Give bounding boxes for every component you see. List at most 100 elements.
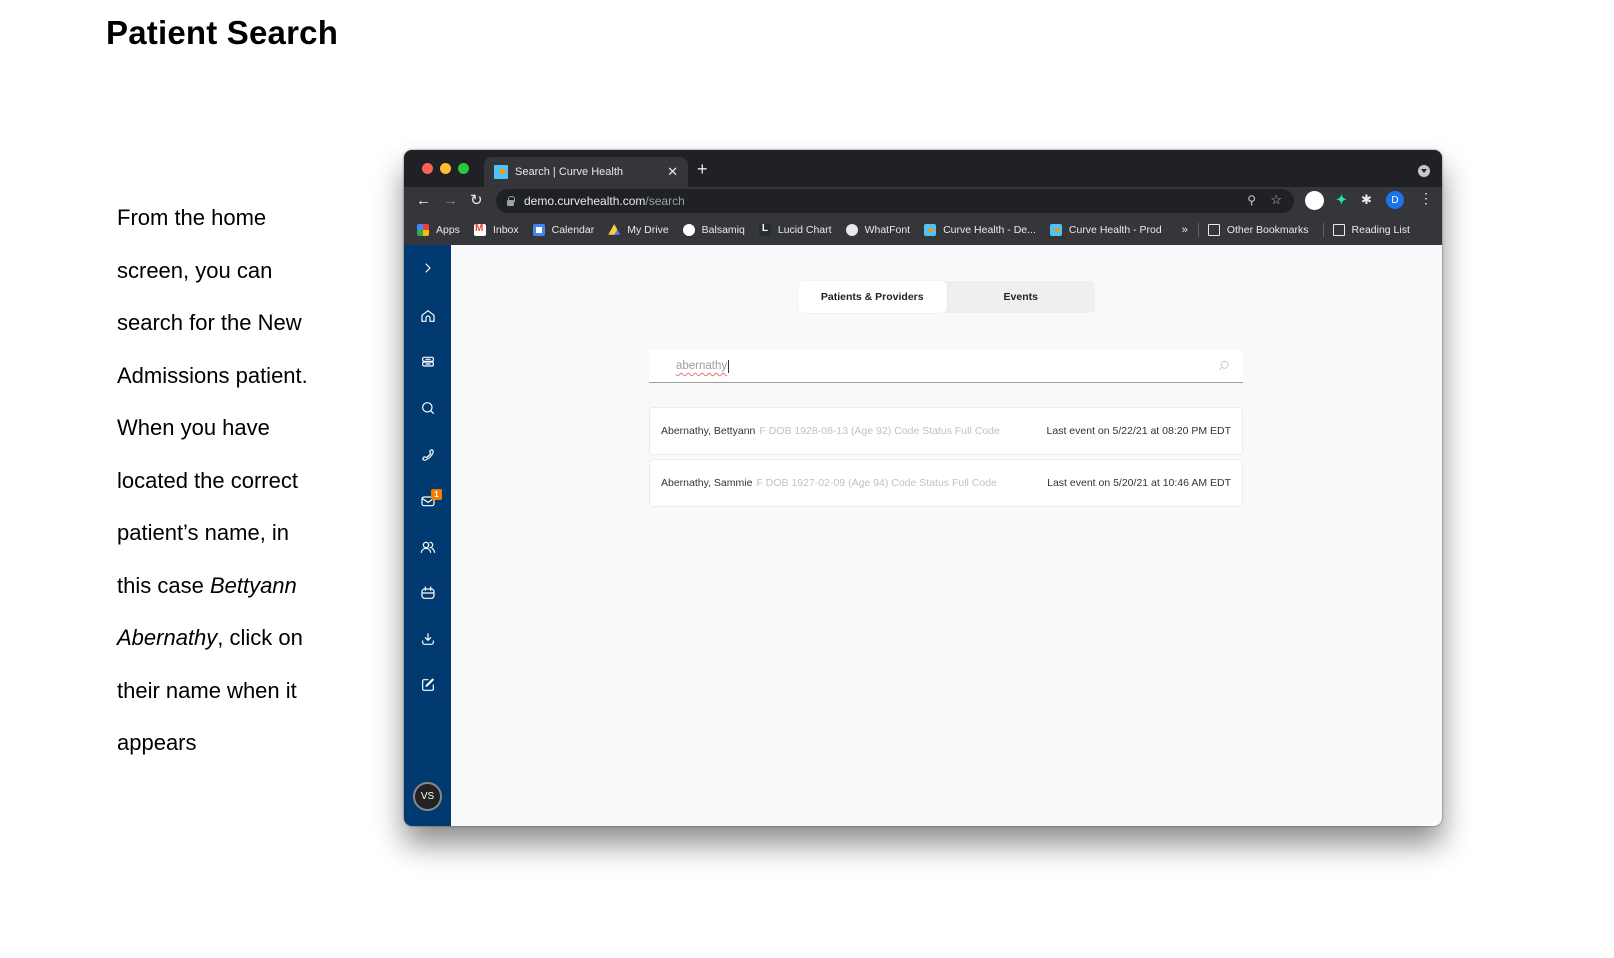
search-result-bettyann-abernathy[interactable]: Abernathy, Bettyann F DOB 1928-08-13 (Ag… [649, 407, 1243, 455]
bookmark-label: My Drive [627, 224, 669, 236]
bookmark-whatfont[interactable]: WhatFont [845, 224, 911, 236]
minimize-window-button[interactable] [440, 163, 451, 174]
sidebar-item-census[interactable] [404, 347, 451, 377]
bookmark-curve-health-prod[interactable]: Curve Health - Prod [1049, 224, 1162, 236]
text-caret [728, 359, 730, 373]
instruction-line: When you have [117, 415, 270, 440]
extensions-puzzle-icon[interactable]: ✱ [1361, 192, 1372, 208]
sidebar-item-tasks[interactable] [404, 670, 451, 700]
curve-favicon-icon [1049, 224, 1062, 236]
patient-details: F DOB 1928-08-13 (Age 92) Code Status Fu… [759, 425, 1000, 437]
reading-list-icon [1332, 224, 1345, 236]
reading-list[interactable]: Reading List [1332, 224, 1410, 236]
zoom-icon[interactable]: ⚲ [1247, 193, 1256, 207]
bookmark-label: Reading List [1351, 224, 1410, 236]
edit-icon [421, 678, 434, 691]
document-title: Patient Search [106, 14, 339, 51]
bookmarks-bar: Apps Inbox Calendar My Drive Balsamiq Lu… [404, 215, 1442, 245]
unread-badge: 1 [431, 489, 442, 500]
bookmark-label: Calendar [551, 224, 595, 236]
folder-icon [1207, 224, 1220, 236]
calendar-icon [532, 224, 545, 236]
bookmark-label: Apps [436, 224, 460, 236]
instruction-line: From the home [117, 205, 267, 230]
patient-name[interactable]: Abernathy, Sammie [661, 477, 752, 489]
sidebar: 1 VS [404, 245, 451, 826]
drive-icon [608, 224, 621, 235]
last-event: Last event on 5/20/21 at 10:46 AM EDT [1047, 477, 1231, 489]
sidebar-item-search[interactable] [404, 393, 451, 423]
bookmark-label: WhatFont [864, 224, 911, 236]
instruction-text: this case [117, 572, 210, 598]
tab-close-icon[interactable]: ✕ [667, 164, 678, 180]
extension-circle-icon[interactable] [1305, 191, 1324, 210]
browser-window: Search | Curve Health ✕ + ← → ↻ demo.cur… [404, 150, 1442, 826]
tab-events[interactable]: Events [947, 281, 1096, 313]
bookmark-label: Curve Health - De... [943, 224, 1036, 236]
extension-bird-icon[interactable]: ✦ [1336, 192, 1347, 208]
profile-avatar[interactable]: D [1386, 191, 1404, 209]
bookmarks-divider [1197, 223, 1199, 237]
search-icon [421, 402, 434, 414]
bookmark-label: Balsamiq [701, 224, 745, 236]
new-tab-button[interactable]: + [697, 159, 708, 180]
instruction-line: search for the New [117, 310, 302, 335]
bookmark-curve-health-demo[interactable]: Curve Health - De... [924, 224, 1036, 236]
apps-grid-icon [417, 224, 429, 236]
home-icon [420, 310, 435, 322]
curve-health-app: 1 VS Patients & Providers Events abernat… [404, 245, 1442, 826]
sidebar-item-messages[interactable]: 1 [404, 486, 451, 516]
instruction-line: Abernathy, click on [117, 612, 357, 665]
bookmark-inbox[interactable]: Inbox [473, 223, 519, 236]
bookmark-apps[interactable]: Apps [417, 224, 460, 236]
bookmark-label: Lucid Chart [777, 224, 832, 236]
patient-details: F DOB 1927-02-09 (Age 94) Code Status Fu… [756, 477, 997, 489]
browser-menu-icon[interactable]: ⋮ [1419, 190, 1433, 207]
instruction-line: Admissions patient. [117, 362, 308, 388]
forward-button[interactable]: → [443, 191, 458, 211]
close-window-button[interactable] [422, 163, 433, 174]
sidebar-expand-button[interactable] [404, 253, 451, 283]
bookmark-star-icon[interactable]: ☆ [1270, 192, 1282, 208]
bookmarks-divider [1322, 223, 1324, 237]
patient-search-input[interactable]: abernathy [649, 350, 1243, 383]
curve-favicon-icon [924, 224, 937, 236]
tab-patients-providers[interactable]: Patients & Providers [798, 281, 947, 313]
gmail-icon [473, 223, 486, 236]
search-result-sammie-abernathy[interactable]: Abernathy, Sammie F DOB 1927-02-09 (Age … [649, 459, 1243, 507]
browser-titlebar: Search | Curve Health ✕ + [404, 150, 1442, 187]
tab-title: Search | Curve Health [515, 166, 624, 178]
lucid-icon [758, 223, 771, 236]
sidebar-item-calls[interactable] [404, 440, 451, 470]
bookmark-balsamiq[interactable]: Balsamiq [682, 224, 745, 236]
bookmark-my-drive[interactable]: My Drive [608, 224, 669, 236]
instruction-line: patient’s name, in [117, 520, 290, 545]
instructions-text: From the home screen, you can search for… [117, 192, 357, 770]
instruction-line: this case Bettyann [117, 560, 357, 613]
address-bar[interactable]: demo.curvehealth.com/search ⚲ ☆ [496, 189, 1294, 213]
chevron-right-icon [424, 263, 431, 273]
lock-icon [507, 196, 515, 206]
more-bookmarks-button[interactable]: » [1182, 224, 1188, 236]
instruction-line: located the correct [117, 467, 298, 493]
sidebar-item-downloads[interactable] [404, 624, 451, 654]
sidebar-item-team[interactable] [404, 532, 451, 562]
search-query: abernathy [676, 360, 728, 372]
tab-search-icon[interactable] [1418, 165, 1430, 177]
browser-tab[interactable]: Search | Curve Health ✕ [484, 157, 688, 187]
search-icon[interactable] [1217, 359, 1231, 373]
bookmark-lucid-chart[interactable]: Lucid Chart [758, 223, 832, 236]
users-icon [420, 541, 435, 553]
other-bookmarks[interactable]: Other Bookmarks [1207, 224, 1309, 236]
bookmark-calendar[interactable]: Calendar [532, 224, 595, 236]
globe-icon [845, 224, 858, 236]
back-button[interactable]: ← [416, 191, 431, 211]
maximize-window-button[interactable] [458, 163, 469, 174]
patient-name[interactable]: Abernathy, Bettyann [661, 425, 755, 437]
bookmark-label: Inbox [492, 224, 519, 236]
user-avatar[interactable]: VS [413, 782, 442, 811]
reload-button[interactable]: ↻ [470, 191, 483, 211]
sidebar-item-home[interactable] [404, 301, 451, 331]
download-icon [421, 633, 434, 645]
sidebar-item-schedule[interactable] [404, 578, 451, 608]
